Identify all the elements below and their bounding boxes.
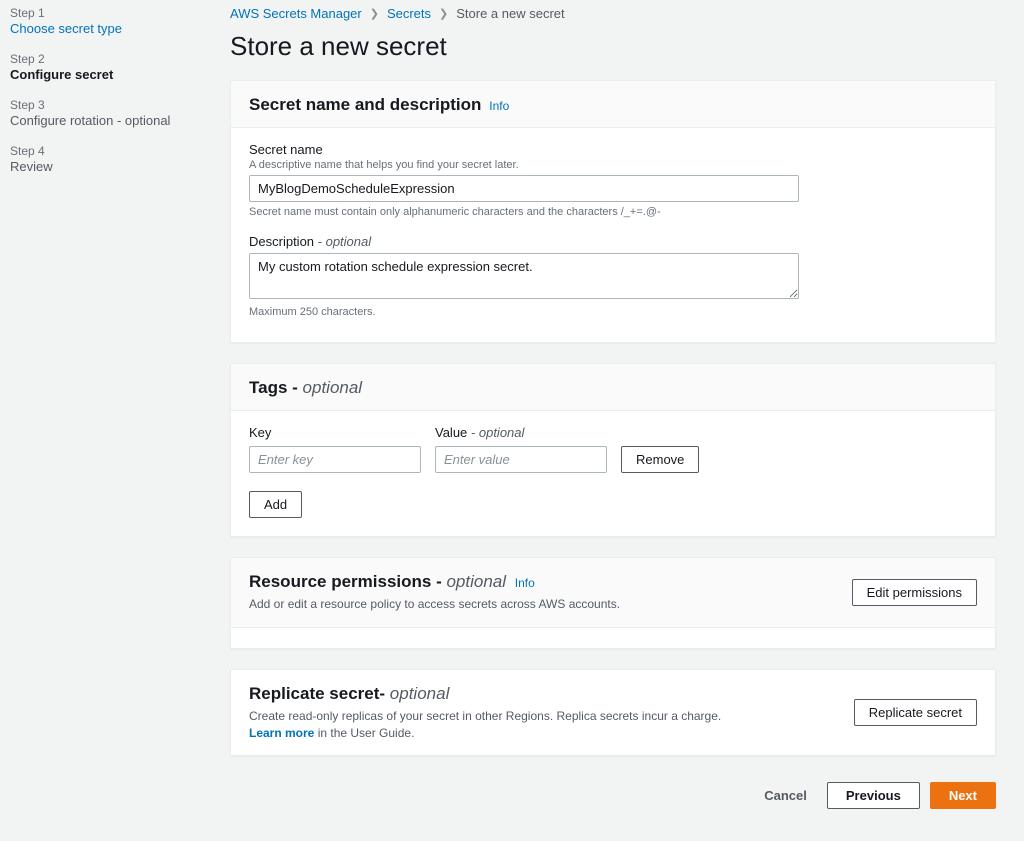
description-constraint: Maximum 250 characters. [249, 306, 977, 318]
step-1[interactable]: Step 1 Choose secret type [10, 6, 220, 38]
secret-name-input[interactable] [249, 175, 799, 202]
secret-name-heading: Secret name and description [249, 95, 481, 114]
secret-name-constraint: Secret name must contain only alphanumer… [249, 206, 977, 218]
step-4: Step 4 Review [10, 144, 220, 176]
remove-tag-button[interactable]: Remove [621, 446, 699, 473]
description-label: Description - optional [249, 234, 977, 249]
tags-panel: Tags - optional Key Value - optional [230, 363, 996, 537]
tag-key-input[interactable] [249, 446, 421, 473]
learn-more-link[interactable]: Learn more [249, 726, 314, 740]
tag-value-input[interactable] [435, 446, 607, 473]
breadcrumb: AWS Secrets Manager ❯ Secrets ❯ Store a … [230, 6, 996, 21]
replicate-secret-button[interactable]: Replicate secret [854, 699, 977, 726]
info-link[interactable]: Info [515, 576, 535, 590]
chevron-right-icon: ❯ [439, 7, 448, 20]
info-link[interactable]: Info [489, 99, 509, 113]
page-title: Store a new secret [230, 31, 996, 62]
secret-name-help: A descriptive name that helps you find y… [249, 159, 977, 171]
replicate-secret-panel: Replicate secret- optional Create read-o… [230, 669, 996, 757]
resource-permissions-panel: Resource permissions - optional Info Add… [230, 557, 996, 649]
tags-heading: Tags - optional [249, 378, 362, 397]
tag-key-label: Key [249, 425, 421, 440]
add-tag-button[interactable]: Add [249, 491, 302, 518]
replicate-secret-desc: Create read-only replicas of your secret… [249, 708, 729, 742]
next-button[interactable]: Next [930, 782, 996, 809]
secret-name-panel: Secret name and description Info Secret … [230, 80, 996, 343]
breadcrumb-secrets[interactable]: Secrets [387, 6, 431, 21]
secret-name-label: Secret name [249, 142, 977, 157]
chevron-right-icon: ❯ [370, 7, 379, 20]
wizard-steps-nav: Step 1 Choose secret type Step 2 Configu… [0, 0, 220, 841]
resource-permissions-heading: Resource permissions - optional [249, 572, 511, 591]
replicate-secret-heading: Replicate secret- optional [249, 684, 449, 703]
resource-permissions-desc: Add or edit a resource policy to access … [249, 596, 852, 613]
description-input[interactable] [249, 253, 799, 299]
edit-permissions-button[interactable]: Edit permissions [852, 579, 977, 606]
step-3: Step 3 Configure rotation - optional [10, 98, 220, 130]
breadcrumb-service[interactable]: AWS Secrets Manager [230, 6, 362, 21]
step-2: Step 2 Configure secret [10, 52, 220, 84]
previous-button[interactable]: Previous [827, 782, 920, 809]
breadcrumb-current: Store a new secret [456, 6, 564, 21]
wizard-footer: Cancel Previous Next [230, 776, 996, 821]
cancel-button[interactable]: Cancel [754, 782, 817, 809]
tag-value-label: Value - optional [435, 425, 607, 440]
tag-row: Key Value - optional Remove [249, 425, 977, 473]
